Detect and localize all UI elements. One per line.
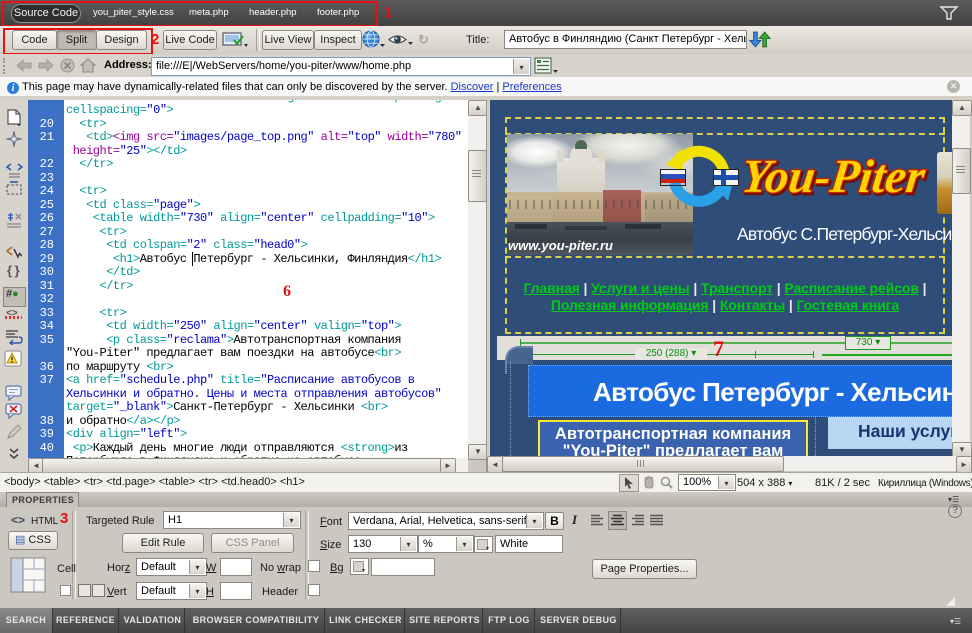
svg-text:You-Piter: You-Piter (739, 151, 929, 203)
